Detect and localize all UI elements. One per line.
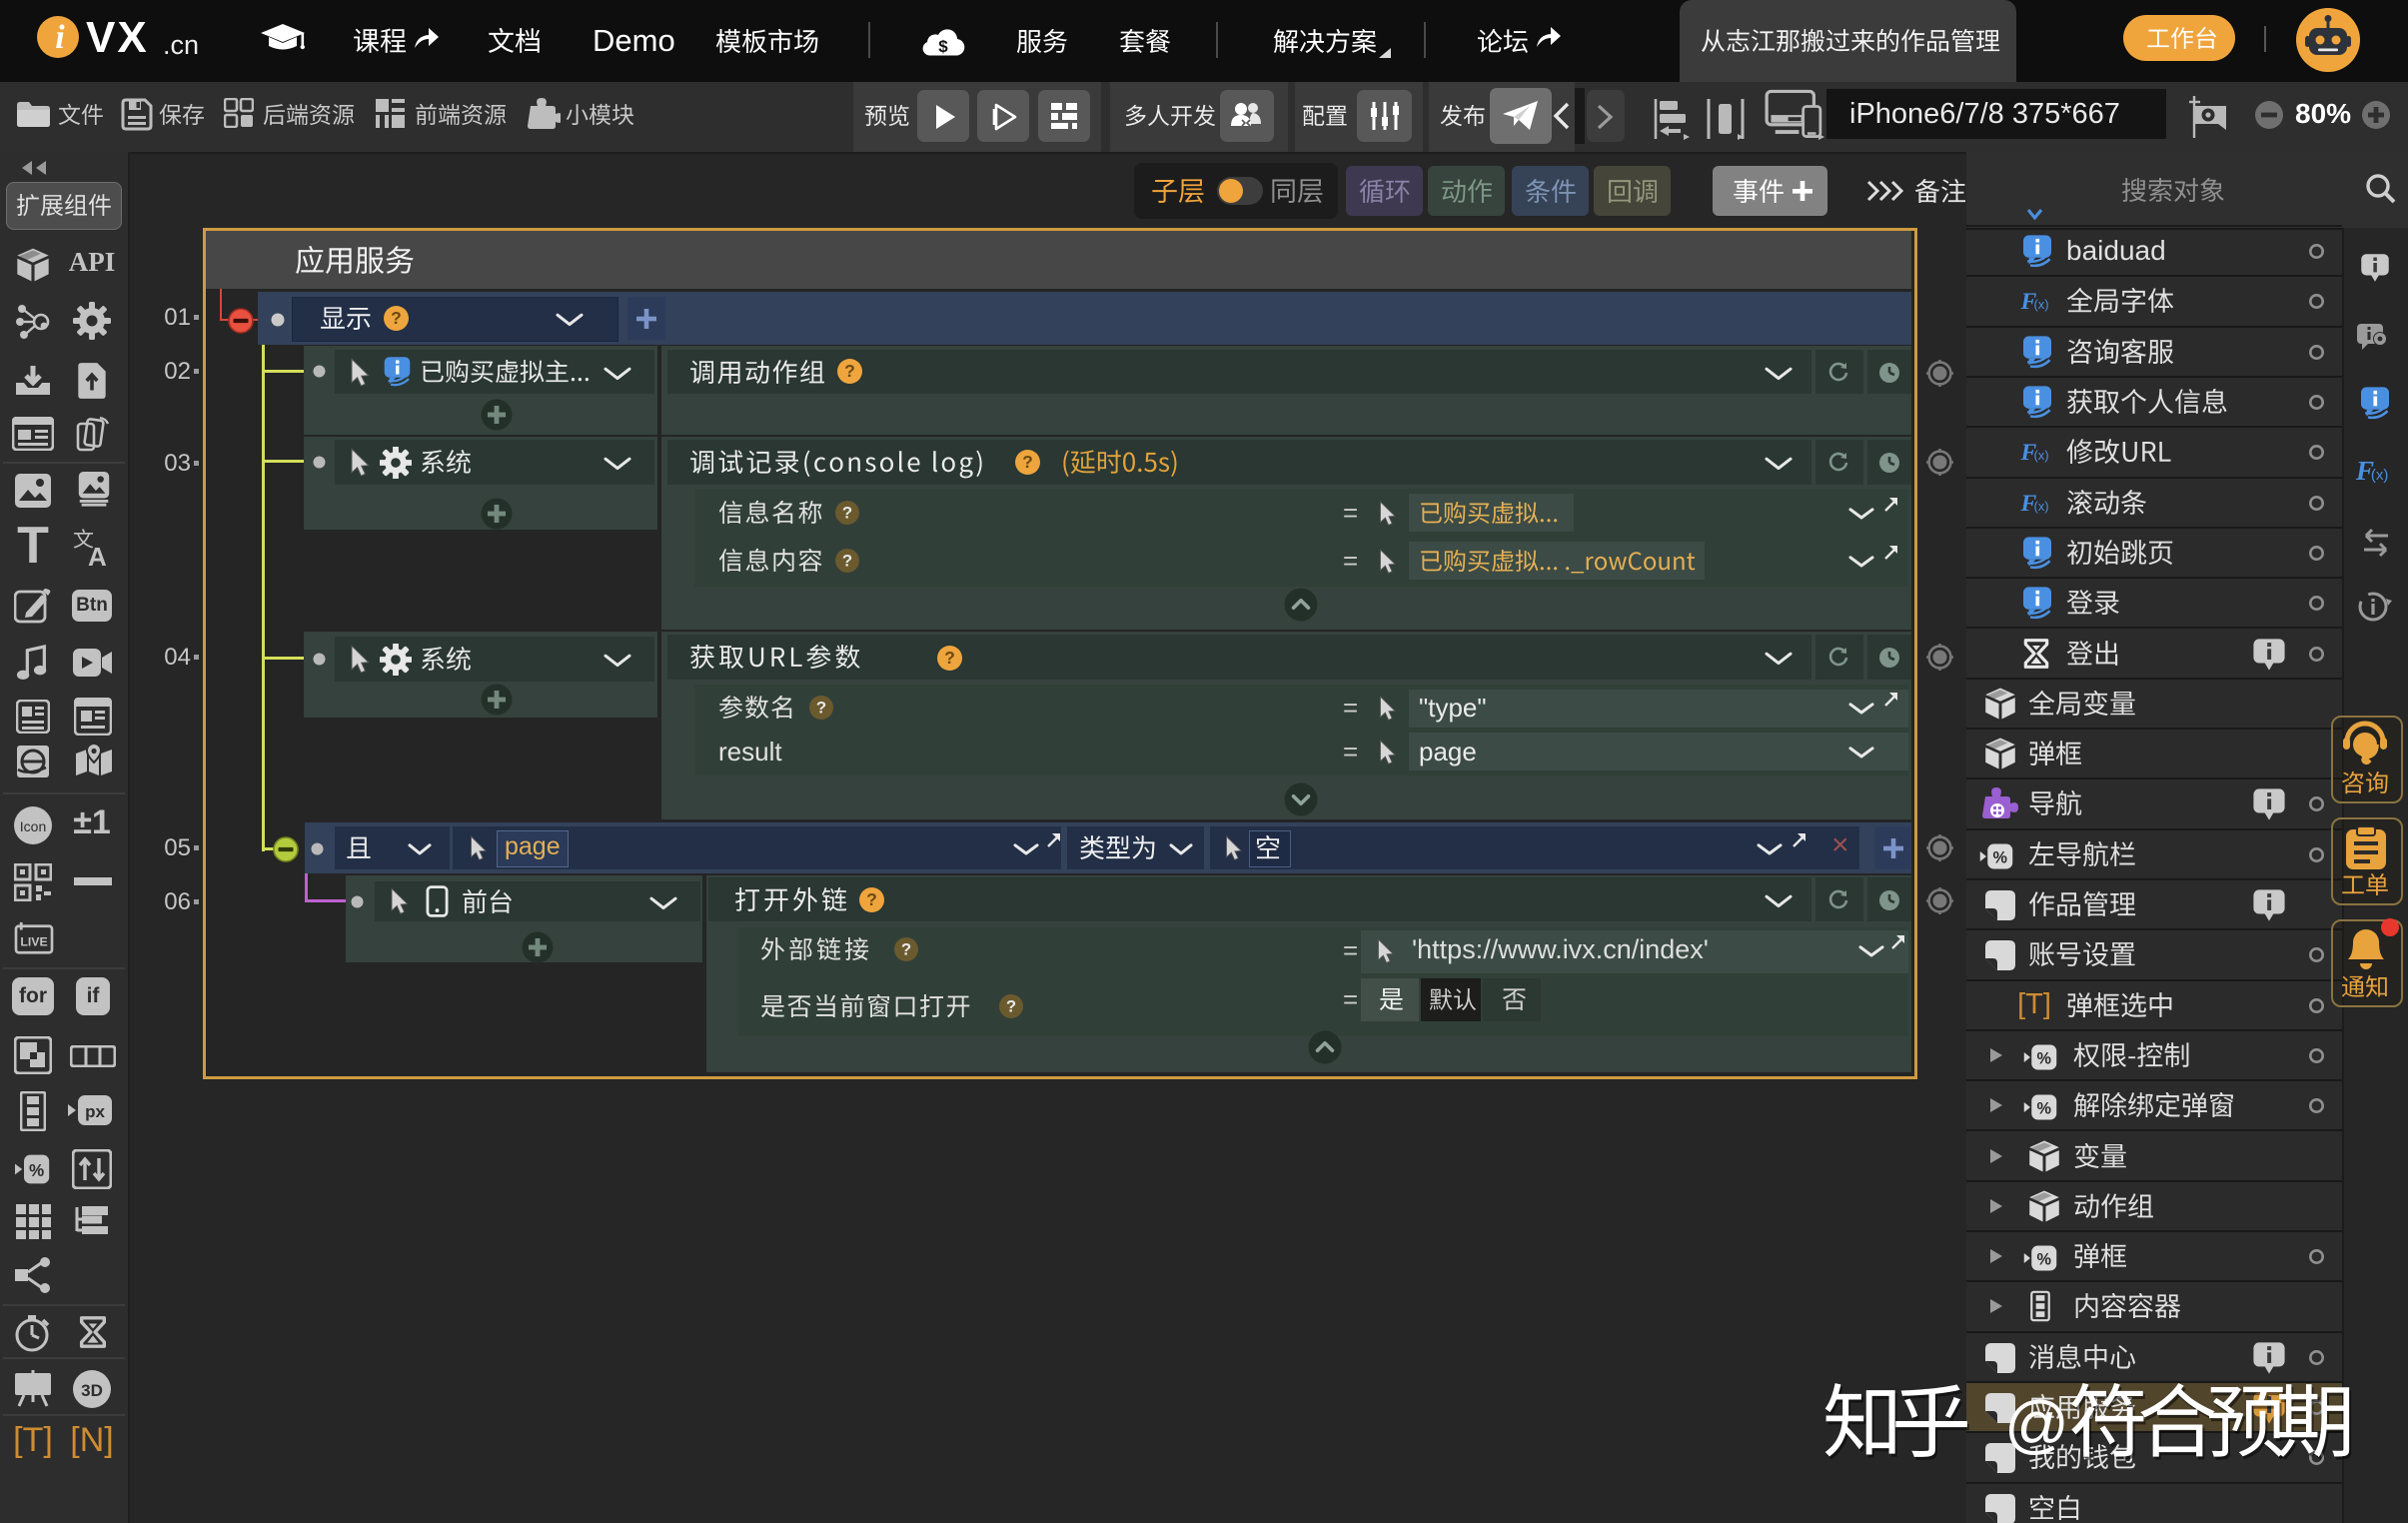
svg-text:?: ? <box>1022 452 1033 472</box>
svg-text:?: ? <box>842 503 852 522</box>
svg-text:?: ? <box>1006 996 1016 1015</box>
svg-text:?: ? <box>816 698 826 717</box>
svg-text:?: ? <box>901 939 911 958</box>
svg-text:3D: 3D <box>81 1381 103 1400</box>
svg-text:(x): (x) <box>2033 448 2048 463</box>
svg-text:(x): (x) <box>2033 298 2048 313</box>
svg-text:?: ? <box>844 361 855 381</box>
svg-text:(x): (x) <box>2033 499 2048 514</box>
svg-text:%: % <box>2037 1100 2052 1118</box>
svg-text:LIVE: LIVE <box>20 935 47 949</box>
svg-text:i: i <box>55 19 65 56</box>
svg-text:?: ? <box>944 648 955 668</box>
svg-text:px: px <box>85 1102 105 1121</box>
svg-text:%: % <box>1993 848 2008 866</box>
svg-text:?: ? <box>391 308 402 328</box>
svg-text:?: ? <box>866 889 877 909</box>
svg-text:A: A <box>88 542 107 568</box>
svg-text:?: ? <box>842 551 852 570</box>
svg-text:(x): (x) <box>2371 467 2389 484</box>
svg-text:%: % <box>2037 1049 2052 1067</box>
svg-text:Icon: Icon <box>20 818 46 834</box>
svg-text:%: % <box>2037 1250 2052 1268</box>
svg-text:%: % <box>29 1161 44 1180</box>
svg-text:$: $ <box>938 37 948 56</box>
